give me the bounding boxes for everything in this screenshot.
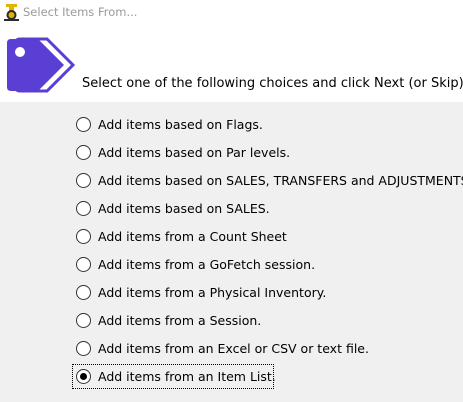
window-title: Select Items From...	[23, 5, 138, 19]
option-flags[interactable]: Add items based on Flags.	[74, 112, 463, 140]
radio-button[interactable]	[76, 285, 91, 300]
option-label[interactable]: Add items based on SALES, TRANSFERS and …	[98, 173, 463, 188]
wizard-header: Select one of the following choices and …	[0, 25, 463, 102]
option-label[interactable]: Add items from a Physical Inventory.	[98, 285, 326, 300]
radio-button-selected[interactable]	[76, 369, 91, 384]
option-excel-csv-text-file[interactable]: Add items from an Excel or CSV or text f…	[74, 336, 463, 364]
option-sales-transfers-adjustments[interactable]: Add items based on SALES, TRANSFERS and …	[74, 168, 463, 196]
option-sales[interactable]: Add items based on SALES.	[74, 196, 463, 224]
options-radio-group: Add items based on Flags. Add items base…	[72, 112, 463, 392]
option-physical-inventory[interactable]: Add items from a Physical Inventory.	[74, 280, 463, 308]
option-label[interactable]: Add items from an Item List.	[98, 369, 276, 384]
option-item-list[interactable]: Add items from an Item List.	[72, 364, 463, 392]
option-label[interactable]: Add items from a Count Sheet	[98, 229, 287, 244]
radio-button[interactable]	[76, 341, 91, 356]
option-par-levels[interactable]: Add items based on Par levels.	[74, 140, 463, 168]
option-label[interactable]: Add items from a GoFetch session.	[98, 257, 315, 272]
option-count-sheet[interactable]: Add items from a Count Sheet	[74, 224, 463, 252]
radio-button[interactable]	[76, 229, 91, 244]
radio-button[interactable]	[76, 173, 91, 188]
option-label[interactable]: Add items from an Excel or CSV or text f…	[98, 341, 369, 356]
option-gofetch-session[interactable]: Add items from a GoFetch session.	[74, 252, 463, 280]
option-session[interactable]: Add items from a Session.	[74, 308, 463, 336]
radio-button[interactable]	[76, 145, 91, 160]
option-label[interactable]: Add items from a Session.	[98, 313, 261, 328]
radio-button[interactable]	[76, 201, 91, 216]
radio-button[interactable]	[76, 117, 91, 132]
app-icon	[4, 4, 19, 21]
radio-button[interactable]	[76, 313, 91, 328]
option-label[interactable]: Add items based on Flags.	[98, 117, 263, 132]
radio-button[interactable]	[76, 257, 91, 272]
title-bar: Select Items From...	[0, 0, 463, 25]
option-label[interactable]: Add items based on Par levels.	[98, 145, 290, 160]
price-tag-icon	[7, 37, 75, 93]
instruction-text: Select one of the following choices and …	[82, 76, 463, 91]
option-label[interactable]: Add items based on SALES.	[98, 201, 270, 216]
